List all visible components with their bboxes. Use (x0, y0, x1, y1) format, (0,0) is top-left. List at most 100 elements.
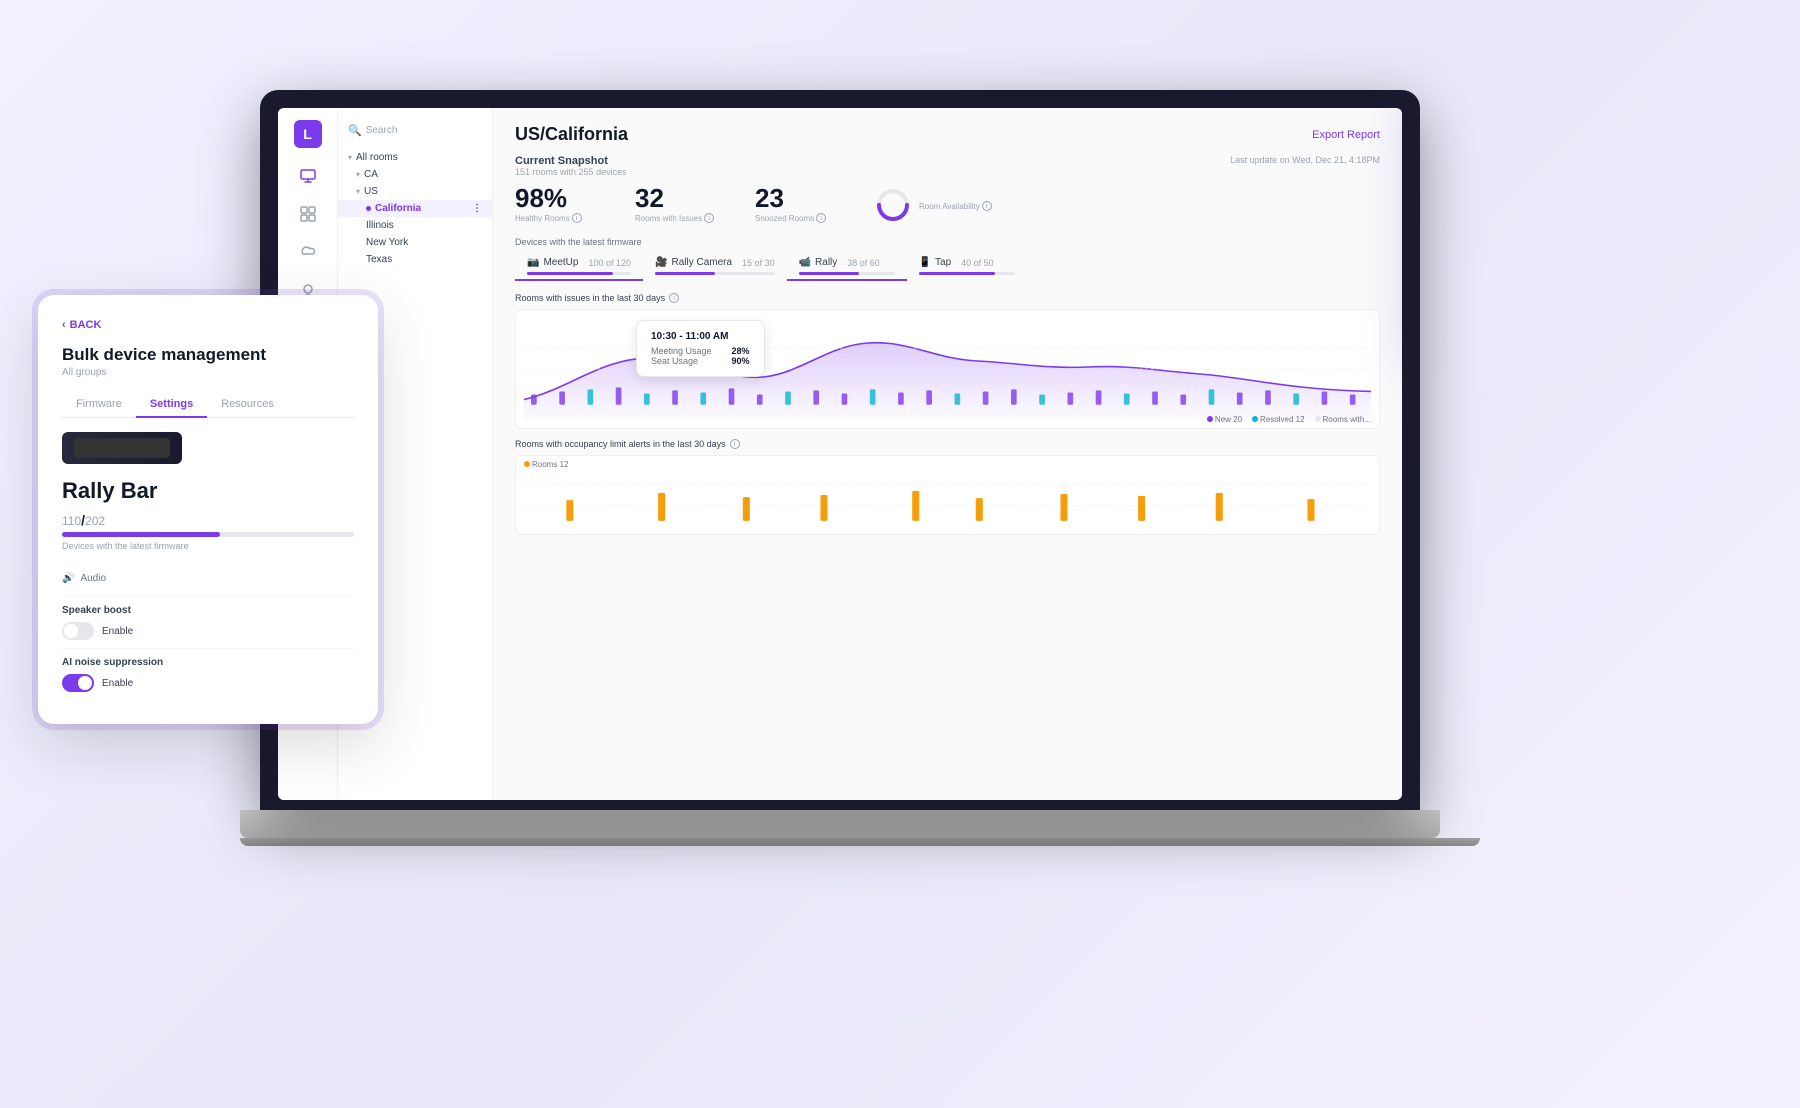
rally-count: 38 of 60 (847, 258, 880, 268)
nav-ca[interactable]: ▾ CA (338, 166, 492, 183)
healthy-rooms-value: 98% (515, 185, 605, 211)
tab-settings[interactable]: Settings (136, 392, 207, 418)
rooms-issues-value: 32 (635, 185, 725, 211)
card-title: Bulk device management (62, 345, 354, 365)
sidebar-icon-grid[interactable] (298, 204, 318, 224)
tab-firmware[interactable]: Firmware (62, 392, 136, 418)
speaker-boost-toggle[interactable] (62, 622, 94, 640)
audio-label: 🔊 Audio (62, 573, 354, 584)
search-icon: 🔍 (348, 124, 362, 137)
main-content: US/California Export Report Current Snap… (493, 108, 1402, 800)
room-availability-donut (875, 187, 911, 223)
nav-california[interactable]: California (338, 200, 492, 217)
snapshot-header: Current Snapshot 151 rooms with 255 devi… (515, 155, 1380, 177)
issues-chart-area: 10:30 - 11:00 AM Meeting Usage 28% Seat … (515, 309, 1380, 429)
search-placeholder[interactable]: Search (366, 125, 398, 136)
sidebar-icon-cloud[interactable] (298, 242, 318, 262)
legend-rooms: Rooms with... (1315, 415, 1371, 424)
speaker-boost-label: Speaker boost (62, 605, 354, 616)
firmware-section: Devices with the latest firmware 📷 MeetU… (515, 237, 1380, 281)
stats-row: 98% Healthy Rooms i 32 Rooms with Issues… (515, 185, 1380, 223)
room-availability-label: Room Availability i (919, 201, 992, 211)
meetup-count: 100 of 120 (588, 258, 631, 268)
device-name: Rally Bar (62, 478, 354, 504)
laptop-base (240, 810, 1440, 838)
nav-new-york[interactable]: New York (338, 234, 492, 251)
occupancy-chart-section: Rooms with occupancy limit alerts in the… (515, 439, 1380, 535)
snoozed-rooms-label: Snoozed Rooms i (755, 213, 845, 223)
firmware-tabs: 📷 MeetUp 100 of 120 🎥 Rally Camera 15 of… (515, 253, 1380, 281)
issues-info-icon: i (669, 293, 679, 303)
settings-speaker-boost: Speaker boost Enable (62, 597, 354, 649)
tap-icon: 📱 (919, 257, 931, 268)
tooltip-meeting-usage: Meeting Usage 28% (651, 346, 750, 356)
card-tabs: Firmware Settings Resources (62, 392, 354, 418)
occupancy-legend-rooms: Rooms 12 (524, 460, 568, 469)
settings-ai-noise: AI noise suppression Enable (62, 649, 354, 700)
stat-healthy-rooms: 98% Healthy Rooms i (515, 185, 605, 223)
device-image (62, 432, 182, 464)
ai-noise-toggle[interactable] (62, 674, 94, 692)
tap-count: 40 of 50 (961, 258, 994, 268)
nav-all-rooms[interactable]: ▾ All rooms (338, 149, 492, 166)
nav-us[interactable]: ▾ US (338, 183, 492, 200)
nav-texas[interactable]: Texas (338, 251, 492, 268)
rally-icon: 📹 (799, 257, 811, 268)
app-logo[interactable]: L (294, 120, 322, 148)
laptop-container: L (240, 90, 1440, 910)
healthy-rooms-label: Healthy Rooms i (515, 213, 605, 223)
tooltip-seat-usage: Seat Usage 90% (651, 356, 750, 366)
back-arrow-icon: ‹ (62, 319, 66, 331)
stat-snoozed-rooms: 23 Snoozed Rooms i (755, 185, 845, 223)
device-management-card: ‹ BACK Bulk device management All groups… (38, 295, 378, 724)
audio-icon: 🔊 (62, 573, 74, 584)
legend-resolved: Resolved 12 (1252, 415, 1304, 424)
firmware-tab-meetup[interactable]: 📷 MeetUp 100 of 120 (515, 253, 643, 281)
occupancy-legend: Rooms 12 (524, 460, 568, 469)
page-title: US/California (515, 124, 628, 145)
firmware-title: Devices with the latest firmware (515, 237, 1380, 247)
laptop-base-foot (240, 838, 1480, 846)
occupancy-bar-chart (524, 464, 1371, 526)
legend-new: New 20 (1207, 415, 1242, 424)
last-update: Last update on Wed, Dec 21, 4:18PM (1230, 155, 1380, 165)
speaker-boost-toggle-row: Enable (62, 622, 354, 640)
stat-rooms-issues: 32 Rooms with Issues i (635, 185, 725, 223)
issues-chart-section: Rooms with issues in the last 30 days i … (515, 293, 1380, 429)
occupancy-chart-title: Rooms with occupancy limit alerts in the… (515, 439, 1380, 449)
main-header: US/California Export Report (515, 124, 1380, 145)
search-bar: 🔍 Search (338, 120, 492, 141)
chart-legend: New 20 Resolved 12 Rooms with... (1207, 415, 1371, 424)
tab-resources[interactable]: Resources (207, 392, 288, 418)
laptop-bezel: L (260, 90, 1420, 810)
back-button[interactable]: ‹ BACK (62, 319, 354, 331)
occupancy-info-icon: i (730, 439, 740, 449)
tap-name: Tap (935, 257, 951, 268)
firmware-progress-bar-container (62, 532, 354, 537)
meetup-name: MeetUp (543, 257, 578, 268)
nav-illinois[interactable]: Illinois (338, 217, 492, 234)
settings-audio-section: 🔊 Audio (62, 565, 354, 597)
issues-chart-title: Rooms with issues in the last 30 days i (515, 293, 1380, 303)
ai-noise-label: AI noise suppression (62, 657, 354, 668)
ai-noise-toggle-label: Enable (102, 678, 133, 689)
tooltip-time: 10:30 - 11:00 AM (651, 331, 750, 342)
rooms-issues-label: Rooms with Issues i (635, 213, 725, 223)
laptop-screen: L (278, 108, 1402, 800)
firmware-tab-tap[interactable]: 📱 Tap 40 of 50 (907, 253, 1027, 281)
firmware-tab-rally[interactable]: 📹 Rally 38 of 60 (787, 253, 907, 281)
ai-noise-toggle-row: Enable (62, 674, 354, 692)
stat-room-availability: Room Availability i (875, 187, 992, 223)
rally-camera-count: 15 of 30 (742, 258, 775, 268)
snoozed-rooms-value: 23 (755, 185, 845, 211)
device-count: 110/202 (62, 512, 354, 528)
firmware-tab-rally-camera[interactable]: 🎥 Rally Camera 15 of 30 (643, 253, 787, 281)
nav-tree: ▾ All rooms ▾ CA ▾ US California (338, 149, 492, 268)
export-report-button[interactable]: Export Report (1312, 129, 1380, 141)
snapshot-label: Current Snapshot (515, 155, 627, 167)
issues-tooltip: 10:30 - 11:00 AM Meeting Usage 28% Seat … (636, 320, 765, 377)
firmware-progress-bar (62, 532, 220, 537)
sidebar-icon-monitor[interactable] (298, 166, 318, 186)
settings-section: 🔊 Audio Speaker boost Enable AI noise su… (62, 565, 354, 700)
speaker-boost-toggle-label: Enable (102, 626, 133, 637)
